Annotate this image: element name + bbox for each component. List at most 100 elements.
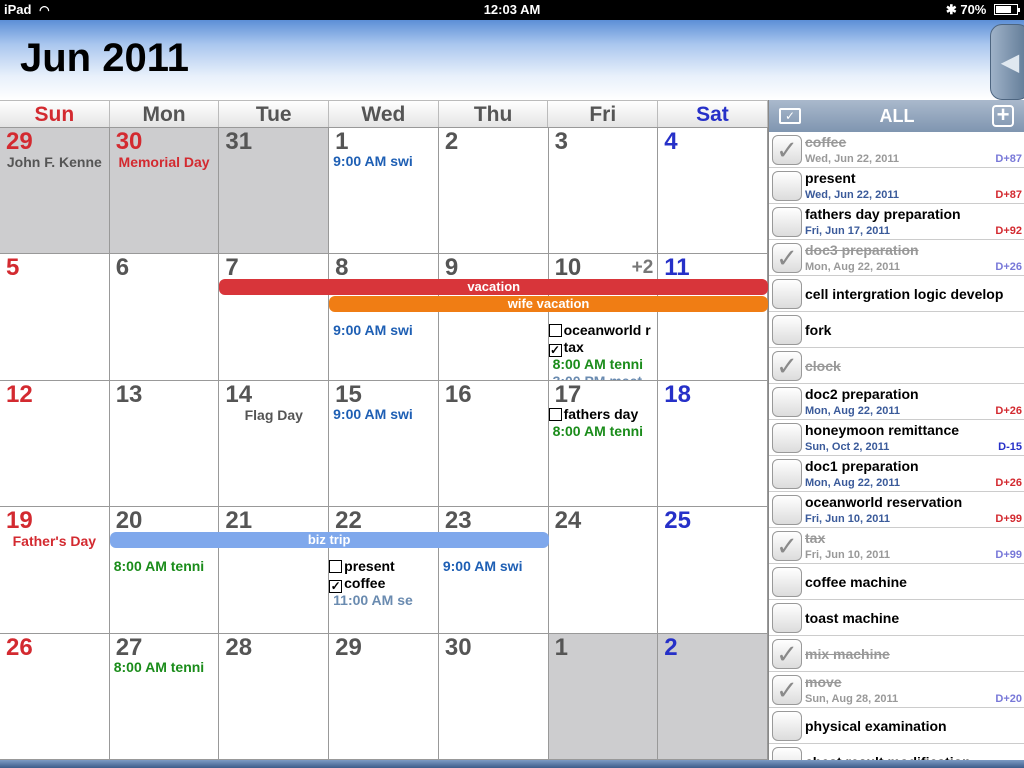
day-cell[interactable]: 9 (438, 254, 549, 381)
event-item[interactable]: 8:00 AM tenni (553, 356, 644, 372)
multi-day-event-bar[interactable]: vacation (219, 279, 768, 296)
todo-item[interactable]: doc1 preparation Mon, Aug 22, 2011 D+26 (769, 456, 1024, 492)
day-cell[interactable]: 30 Memorial Day (109, 128, 220, 255)
day-cell[interactable]: 1 (548, 633, 659, 760)
todo-checkbox[interactable] (772, 495, 802, 525)
day-cell[interactable]: 22 present ✓ coffee 11:00 AM se (329, 507, 439, 634)
todo-item[interactable]: ✓ move Sun, Aug 28, 2011 D+20 (769, 672, 1024, 708)
day-cell[interactable]: 2 (438, 128, 549, 255)
day-cell[interactable]: 13 (109, 380, 220, 508)
task-item[interactable]: ✓ coffee (329, 575, 385, 594)
day-number: 18 (664, 380, 691, 408)
task-item[interactable]: fathers day (548, 406, 638, 422)
checkbox-icon[interactable] (548, 324, 562, 338)
todo-checkbox[interactable] (772, 459, 802, 489)
day-number: 4 (664, 128, 678, 155)
day-cell[interactable]: 30 (438, 633, 549, 760)
todo-item[interactable]: present Wed, Jun 22, 2011 D+87 (769, 168, 1024, 204)
day-cell[interactable]: 7 (219, 254, 330, 381)
event-item[interactable]: 8:00 AM tenni (114, 659, 205, 675)
todo-checkbox[interactable] (772, 315, 802, 345)
todo-checkbox[interactable] (772, 171, 802, 201)
day-cell[interactable]: 3 (548, 128, 659, 255)
checkmark-icon[interactable]: ✓ (772, 639, 802, 669)
checkmark-icon[interactable]: ✓ (772, 243, 802, 273)
day-cell[interactable]: 24 (548, 507, 659, 634)
day-cell[interactable]: 6 (109, 254, 220, 381)
day-cell[interactable]: 26 (0, 633, 110, 760)
day-cell[interactable]: 1 9:00 AM swi (329, 128, 439, 255)
task-item[interactable]: ✓ tax (548, 339, 584, 358)
todo-checkbox[interactable] (772, 207, 802, 237)
checkmark-icon[interactable]: ✓ (772, 675, 802, 705)
day-cell[interactable]: 15 9:00 AM swi (329, 380, 439, 508)
event-item[interactable]: 9:00 AM swi (443, 558, 523, 574)
todo-checkbox[interactable] (772, 747, 802, 760)
multi-day-event-bar[interactable]: wife vacation (329, 296, 768, 313)
checkbox-icon[interactable] (329, 560, 343, 574)
multi-day-event-bar[interactable]: biz trip (109, 532, 549, 549)
collapse-panel-button[interactable]: ◀ (990, 24, 1024, 100)
task-item[interactable]: oceanworld r (548, 322, 651, 338)
day-cell[interactable]: 31 (219, 128, 330, 255)
day-cell[interactable]: 10 +2 oceanworld r✓tax8:00 AM tenni3:00 PM… (548, 254, 659, 381)
month-title: Jun 2011 (20, 36, 190, 80)
todo-item[interactable]: toast machine (769, 600, 1024, 636)
todo-item[interactable]: ✓ tax Fri, Jun 10, 2011 D+99 (769, 528, 1024, 564)
todo-checkbox[interactable] (772, 567, 802, 597)
day-cell[interactable]: 4 (658, 128, 768, 255)
todo-item[interactable]: doc2 preparation Mon, Aug 22, 2011 D+26 (769, 384, 1024, 420)
task-item[interactable]: present (329, 558, 395, 574)
todo-item[interactable]: ✓ clock (769, 348, 1024, 384)
day-cell[interactable]: 29 John F. Kenne (0, 128, 110, 255)
todo-filter-title[interactable]: ALL (769, 106, 1024, 127)
todo-item[interactable]: chest result modification (769, 744, 1024, 760)
checkbox-icon[interactable] (548, 407, 562, 421)
todo-checkbox[interactable] (772, 603, 802, 633)
day-cell[interactable]: 14 Flag Day (219, 380, 330, 508)
todo-item[interactable]: fathers day preparation Fri, Jun 17, 2011… (769, 204, 1024, 240)
day-cell[interactable]: 2 (658, 633, 768, 760)
checkmark-icon[interactable]: ✓ (772, 531, 802, 561)
checkmark-icon[interactable]: ✓ (772, 135, 802, 165)
day-cell[interactable]: 29 (329, 633, 439, 760)
event-item[interactable]: 9:00 AM swi (333, 406, 413, 422)
day-cell[interactable]: 23 9:00 AM swi (438, 507, 549, 634)
day-cell[interactable]: 20 8:00 AM tenni (109, 507, 220, 634)
todo-item[interactable]: coffee machine (769, 564, 1024, 600)
day-cell[interactable]: 21 (219, 507, 330, 634)
day-cell[interactable]: 8 9:00 AM swi (329, 254, 439, 381)
todo-item[interactable]: oceanworld reservation Fri, Jun 10, 2011 D… (769, 492, 1024, 528)
todo-checkbox[interactable] (772, 423, 802, 453)
todo-item[interactable]: cell intergration logic develop (769, 276, 1024, 312)
add-todo-button[interactable]: + (992, 104, 1014, 127)
todo-item[interactable]: physical examination (769, 708, 1024, 744)
event-item[interactable]: 9:00 AM swi (333, 153, 413, 169)
todo-item[interactable]: ✓ coffee Wed, Jun 22, 2011 D+87 (769, 132, 1024, 168)
todo-item[interactable]: ✓ doc3 preparation Mon, Aug 22, 2011 D+26 (769, 240, 1024, 276)
day-cell[interactable]: 19 Father's Day (0, 507, 110, 634)
day-cell[interactable]: 12 (0, 380, 110, 508)
day-cell[interactable]: 11 (658, 254, 768, 381)
todo-checkbox[interactable] (772, 387, 802, 417)
todo-checkbox[interactable] (772, 279, 802, 309)
event-item[interactable]: 8:00 AM tenni (114, 558, 205, 574)
day-cell[interactable]: 27 8:00 AM tenni (109, 633, 220, 760)
todo-item[interactable]: fork (769, 312, 1024, 348)
event-item[interactable]: 9:00 AM swi (333, 322, 413, 338)
day-cell[interactable]: 28 (219, 633, 330, 760)
todo-item[interactable]: ✓ mix machine (769, 636, 1024, 672)
event-item[interactable]: 11:00 AM se (333, 592, 413, 608)
day-cell[interactable]: 25 (658, 507, 768, 634)
event-item[interactable]: 3:00 PM meet (553, 373, 642, 379)
day-cell[interactable]: 17 fathers day 8:00 AM tenni (548, 380, 659, 508)
todo-checkbox[interactable] (772, 711, 802, 741)
todo-item[interactable]: honeymoon remittance Sun, Oct 2, 2011 D-15 (769, 420, 1024, 456)
checkmark-icon[interactable]: ✓ (772, 351, 802, 381)
day-cell[interactable]: 16 (438, 380, 549, 508)
day-cell[interactable]: 18 (658, 380, 768, 508)
more-events-badge[interactable]: +2 (632, 257, 654, 279)
todo-dday: D+92 (995, 225, 1022, 237)
day-cell[interactable]: 5 (0, 254, 110, 381)
event-item[interactable]: 8:00 AM tenni (553, 423, 644, 439)
